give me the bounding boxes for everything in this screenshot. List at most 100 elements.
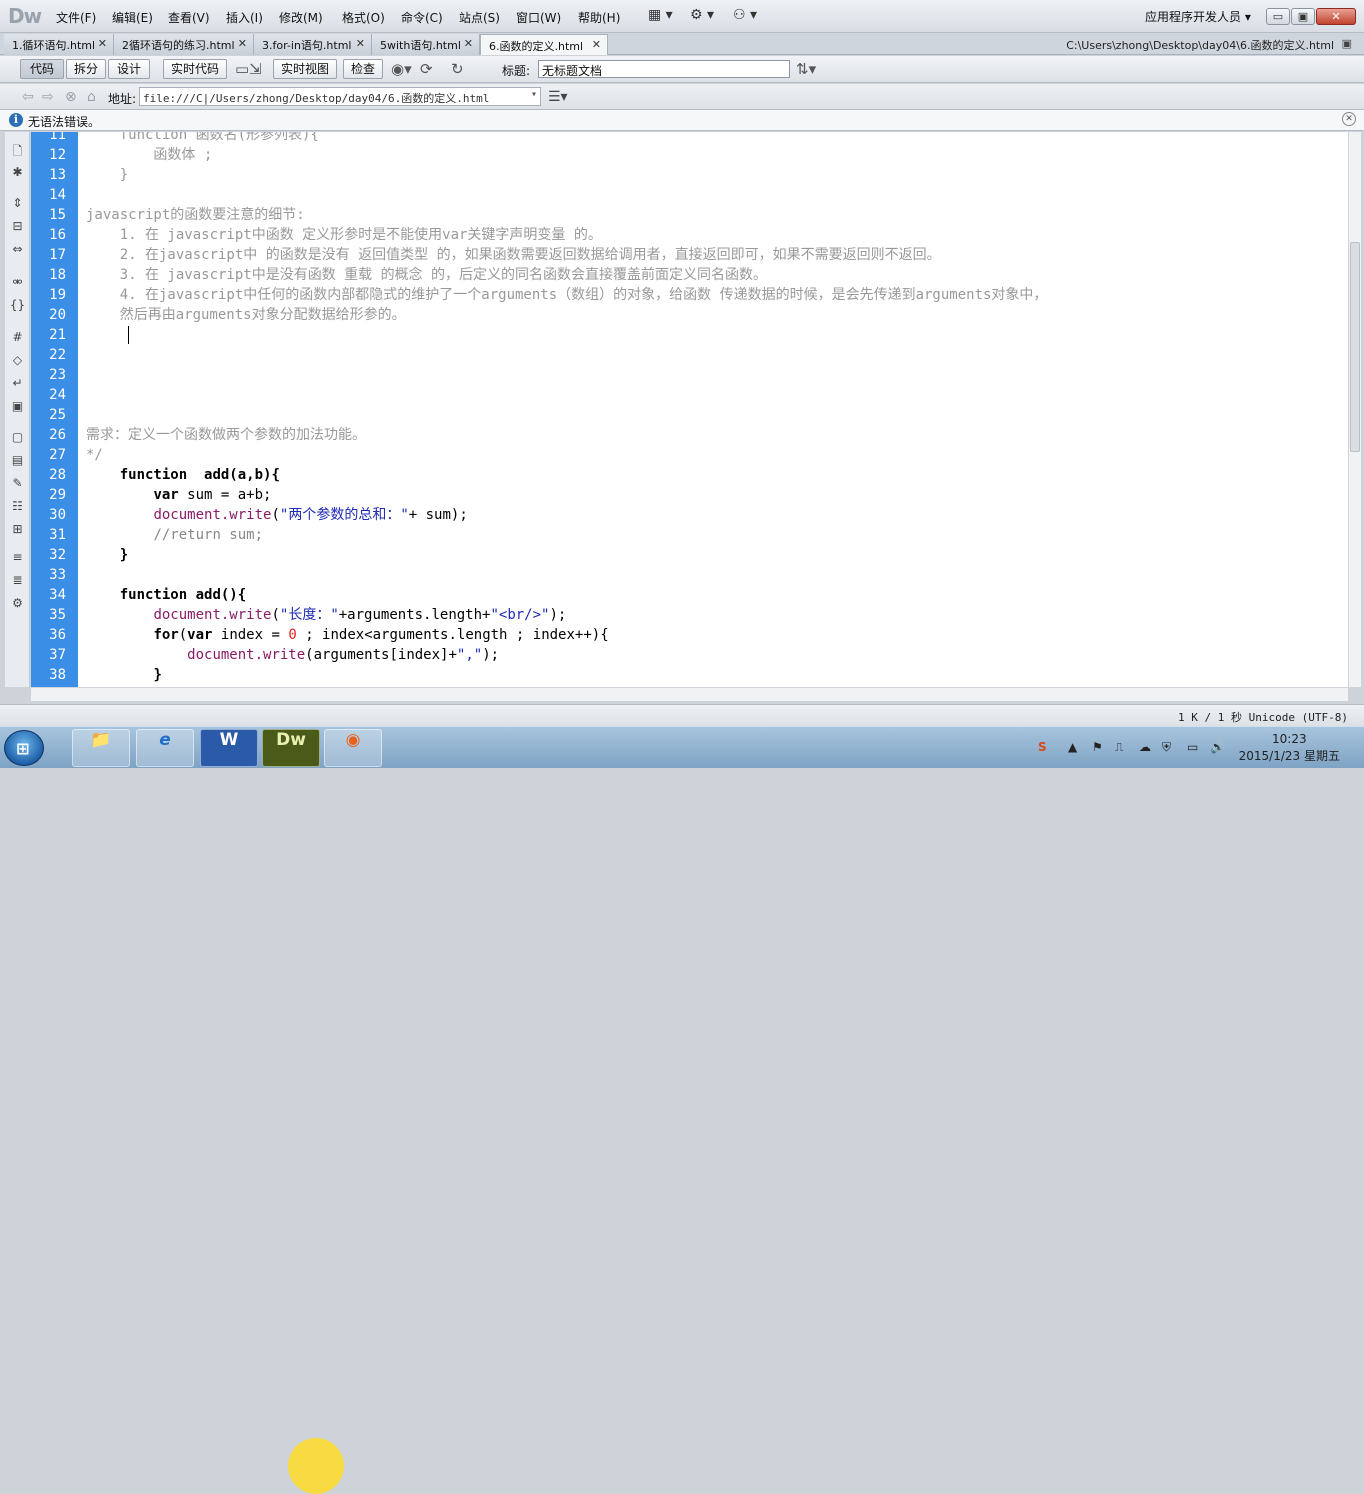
inspect-icon[interactable]: ▭⇲ xyxy=(235,60,262,78)
browser-preview-icon[interactable]: ◉▾ xyxy=(391,60,412,78)
stop-icon[interactable]: ⊗ xyxy=(65,89,77,105)
code-line: //return sum; xyxy=(153,527,264,543)
gear-icon[interactable]: ⚙ ▾ xyxy=(690,7,714,23)
line-number: 29 xyxy=(49,487,66,503)
code-line: } xyxy=(119,547,129,563)
syntax-coloring-icon[interactable]: ▣ xyxy=(9,399,26,416)
wrap-tag-icon[interactable]: ✎ xyxy=(9,476,26,493)
minimize-button[interactable]: ▭ xyxy=(1266,8,1290,25)
recent-snippets-icon[interactable]: ☷ xyxy=(9,499,26,516)
expand-all-icon[interactable]: ⇔ xyxy=(9,242,26,259)
site-icon[interactable]: ⚇ ▾ xyxy=(733,7,757,23)
tab-2[interactable]: 2循环语句的练习.html ✕ xyxy=(114,34,254,55)
menu-edit[interactable]: 编辑(E) xyxy=(112,9,153,26)
tab-3[interactable]: 3.for-in语句.html ✕ xyxy=(254,34,372,55)
line-number: 15 xyxy=(49,207,66,223)
close-icon[interactable]: ✕ xyxy=(98,37,107,50)
menu-modify[interactable]: 修改(M) xyxy=(279,9,323,26)
menu-format[interactable]: 格式(O) xyxy=(342,9,385,26)
highlight-invalid-icon[interactable]: ◇ xyxy=(9,353,26,370)
forward-icon[interactable]: ⇨ xyxy=(42,89,54,105)
cloud-icon[interactable]: ☁ xyxy=(1139,740,1151,754)
outdent-icon[interactable]: ≣ xyxy=(9,573,26,590)
show-hidden-icons-icon[interactable]: ▲ xyxy=(1068,740,1077,754)
menu-bar: Dw 文件(F) 编辑(E) 查看(V) 插入(I) 修改(M) 格式(O) 命… xyxy=(0,0,1364,33)
sogou-icon[interactable]: S xyxy=(1038,740,1047,754)
menu-view[interactable]: 查看(V) xyxy=(168,9,210,26)
dreamweaver-icon[interactable]: Dw xyxy=(262,729,320,767)
code-line: } xyxy=(153,667,162,683)
view-options-icon[interactable]: ☰▾ xyxy=(548,89,568,105)
home-icon[interactable]: ⌂ xyxy=(87,89,96,105)
layout-icon[interactable]: ▦ ▾ xyxy=(648,7,673,23)
apply-comment-icon[interactable]: ▢ xyxy=(9,430,26,447)
live-view-button[interactable]: 实时视图 xyxy=(273,59,337,79)
workspace-switcher[interactable]: 应用程序开发人员 ▾ xyxy=(1145,8,1251,25)
internet-explorer-icon[interactable]: e xyxy=(136,729,194,767)
tab-5[interactable]: 5with语句.html ✕ xyxy=(372,34,480,55)
validate-icon[interactable]: ⇅▾ xyxy=(796,60,816,78)
line-number: 25 xyxy=(49,407,66,423)
line-numbers-icon[interactable]: # xyxy=(9,330,26,347)
vertical-scrollbar[interactable] xyxy=(1348,132,1361,687)
remove-comment-icon[interactable]: ▤ xyxy=(9,453,26,470)
format-source-icon[interactable]: ⚙ xyxy=(9,596,26,613)
code-view-button[interactable]: 代码 xyxy=(20,59,64,79)
tab-6-active[interactable]: 6.函数的定义.html ✕ xyxy=(480,34,608,55)
refresh-icon[interactable]: ↻ xyxy=(451,60,464,78)
open-documents-icon[interactable]: 🗋 xyxy=(9,142,26,159)
indent-icon[interactable]: ≡ xyxy=(9,550,26,567)
code-line: */ xyxy=(86,447,103,463)
code-line: function add(){ xyxy=(119,587,247,603)
menu-help[interactable]: 帮助(H) xyxy=(578,9,620,26)
word-icon[interactable]: W xyxy=(200,729,258,767)
explorer-icon[interactable]: 📁 xyxy=(72,729,130,767)
close-icon[interactable]: ✕ xyxy=(1342,112,1356,126)
code-line: 2. 在javascript中 的函数是没有 返回值类型 的，如果函数需要返回数… xyxy=(86,247,941,263)
code-line: var sum = a+b; xyxy=(153,487,272,503)
collapse-tag-icon[interactable]: ⇕ xyxy=(9,196,26,213)
menu-commands[interactable]: 命令(C) xyxy=(401,9,443,26)
start-button[interactable]: ⊞ xyxy=(4,730,44,766)
close-icon[interactable]: ✕ xyxy=(238,37,247,50)
file-management-icon[interactable]: ⟳ xyxy=(420,60,433,78)
flag-icon[interactable]: ⚑ xyxy=(1092,740,1103,754)
balance-braces-icon[interactable]: {} xyxy=(9,298,26,315)
usb-icon[interactable]: ⎍ xyxy=(1115,740,1123,755)
system-clock[interactable]: 10:23 2015/1/23 星期五 xyxy=(1239,731,1340,765)
security-icon[interactable]: ⛨ xyxy=(1162,740,1171,755)
design-view-button[interactable]: 设计 xyxy=(108,59,150,79)
collapse-selection-icon[interactable]: ⊟ xyxy=(9,219,26,236)
line-number: 12 xyxy=(49,147,66,163)
scrollbar-thumb[interactable] xyxy=(1350,242,1360,452)
inspect-button[interactable]: 检查 xyxy=(343,59,383,79)
tab-1[interactable]: 1.循环语句.html ✕ xyxy=(4,34,114,55)
chevron-down-icon[interactable]: ▾ xyxy=(531,89,537,100)
split-view-button[interactable]: 拆分 xyxy=(66,59,106,79)
menu-window[interactable]: 窗口(W) xyxy=(516,9,561,26)
move-css-icon[interactable]: ⊞ xyxy=(9,522,26,539)
address-input[interactable]: file:///C|/Users/zhong/Desktop/day04/6.函… xyxy=(139,87,541,106)
code-editor[interactable]: function 函数名(形参列表){ 函数体 ; } javascript的函… xyxy=(78,132,1348,687)
syntax-status-bar: i 无语法错误。 ✕ xyxy=(0,110,1364,131)
info-icon: i xyxy=(9,113,23,127)
horizontal-scrollbar[interactable] xyxy=(31,687,1348,701)
close-icon[interactable]: ✕ xyxy=(464,37,473,50)
close-button[interactable]: ✕ xyxy=(1316,8,1356,25)
live-code-button[interactable]: 实时代码 xyxy=(163,59,227,79)
menu-site[interactable]: 站点(S) xyxy=(459,9,500,26)
restore-doc-icon[interactable]: ▣ xyxy=(1342,37,1352,50)
volume-icon[interactable]: 🔊 xyxy=(1210,740,1225,754)
close-icon[interactable]: ✕ xyxy=(592,38,601,51)
show-code-navigator-icon[interactable]: ✱ xyxy=(9,165,26,182)
close-icon[interactable]: ✕ xyxy=(356,37,365,50)
firefox-icon[interactable]: ◉ xyxy=(324,729,382,767)
menu-insert[interactable]: 插入(I) xyxy=(226,9,263,26)
title-input[interactable]: 无标题文档 xyxy=(538,60,790,78)
restore-button[interactable]: ▣ xyxy=(1291,8,1315,25)
word-wrap-icon[interactable]: ↵ xyxy=(9,376,26,393)
back-icon[interactable]: ⇦ xyxy=(22,89,34,105)
network-icon[interactable]: ▭ xyxy=(1187,740,1198,754)
select-parent-tag-icon[interactable]: ⚮ xyxy=(9,275,26,292)
menu-file[interactable]: 文件(F) xyxy=(56,9,96,26)
